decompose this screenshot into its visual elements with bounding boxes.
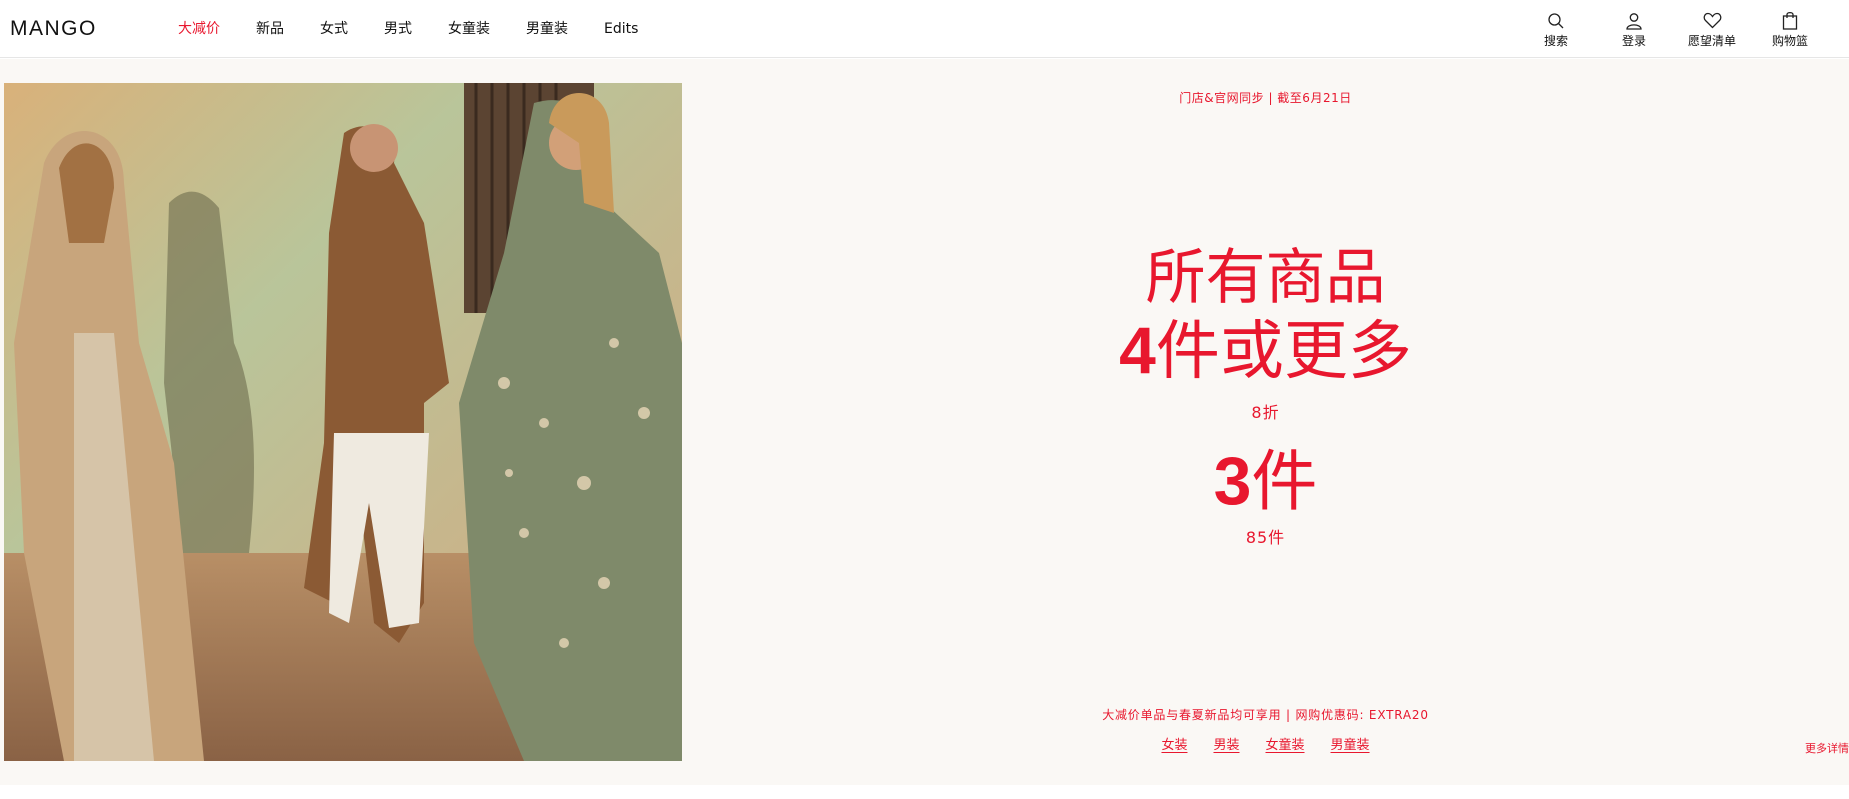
site-header: MANGO 大减价 新品 女式 男式 女童装 男童装 Edits 搜索 登录 愿… bbox=[0, 0, 1849, 58]
wishlist-button[interactable]: 愿望清单 bbox=[1673, 10, 1751, 48]
discount-three-items: 85件 bbox=[1245, 528, 1286, 547]
heart-icon bbox=[1673, 10, 1751, 31]
nav-sale[interactable]: 大减价 bbox=[178, 20, 220, 38]
link-girls[interactable]: 女童装 bbox=[1266, 734, 1305, 753]
mango-logo[interactable]: MANGO bbox=[10, 15, 122, 39]
search-icon bbox=[1517, 10, 1595, 31]
sale-banner: 门店&官网同步 | 截至6月21日 所有商品 4件或更多 8折 3件 85件 大… bbox=[0, 59, 1849, 785]
promo-dates: 门店&官网同步 | 截至6月21日 bbox=[1179, 91, 1352, 105]
quantity-four: 4 bbox=[1119, 313, 1156, 387]
nav-men[interactable]: 男式 bbox=[384, 20, 412, 38]
promo-headline-all-items: 所有商品 bbox=[1145, 243, 1386, 313]
promo-headline-four-items: 4件或更多 bbox=[682, 313, 1849, 389]
svg-text:MANGO: MANGO bbox=[10, 17, 97, 39]
hero-photo[interactable] bbox=[4, 83, 682, 761]
nav-edits[interactable]: Edits bbox=[604, 20, 638, 38]
nav-women[interactable]: 女式 bbox=[320, 20, 348, 38]
user-icon bbox=[1595, 10, 1673, 31]
category-links: 女装 男装 女童装 男童装 bbox=[682, 734, 1849, 753]
more-details-link[interactable]: 更多详情 bbox=[1805, 740, 1849, 756]
link-men[interactable]: 男装 bbox=[1213, 734, 1239, 753]
link-women[interactable]: 女装 bbox=[1161, 734, 1187, 753]
main-nav: 大减价 新品 女式 男式 女童装 男童装 Edits bbox=[178, 20, 674, 38]
quantity-three-text: 件 bbox=[1251, 443, 1318, 520]
cart-button[interactable]: 购物篮 bbox=[1751, 10, 1829, 48]
link-boys[interactable]: 男童装 bbox=[1331, 734, 1370, 753]
login-button[interactable]: 登录 bbox=[1595, 10, 1673, 48]
login-label: 登录 bbox=[1621, 34, 1646, 48]
search-label: 搜索 bbox=[1543, 34, 1568, 48]
promo-headline-three-items: 3件 bbox=[682, 443, 1849, 520]
shopping-bag-icon bbox=[1751, 10, 1829, 31]
promo-panel: 门店&官网同步 | 截至6月21日 所有商品 4件或更多 8折 3件 85件 大… bbox=[682, 59, 1849, 785]
nav-boys[interactable]: 男童装 bbox=[526, 20, 568, 38]
quantity-three: 3 bbox=[1213, 443, 1252, 519]
wishlist-label: 愿望清单 bbox=[1687, 34, 1736, 48]
promo-note: 大减价单品与春夏新品均可享用 | 网购优惠码: EXTRA20 bbox=[1102, 708, 1429, 722]
quantity-four-text: 件或更多 bbox=[1155, 315, 1412, 389]
cart-label: 购物篮 bbox=[1771, 34, 1808, 48]
header-utilities: 搜索 登录 愿望清单 购物篮 bbox=[1517, 10, 1829, 48]
nav-girls[interactable]: 女童装 bbox=[448, 20, 490, 38]
search-button[interactable]: 搜索 bbox=[1517, 10, 1595, 48]
discount-four-items: 8折 bbox=[1251, 403, 1280, 422]
nav-new[interactable]: 新品 bbox=[256, 20, 284, 38]
